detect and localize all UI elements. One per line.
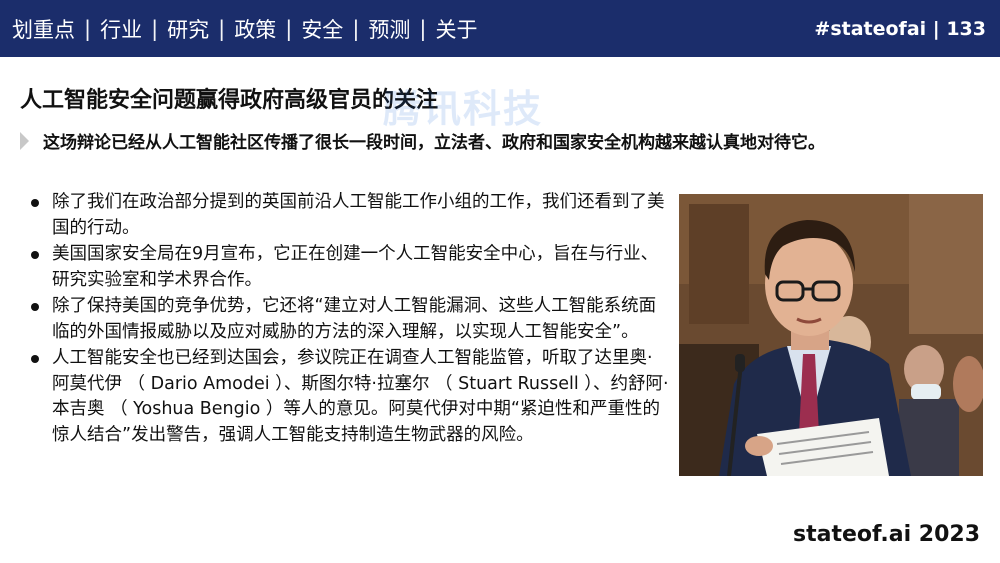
nav-separator: | (352, 16, 360, 41)
nav-item-industry[interactable]: 行业 (100, 14, 142, 44)
nav-item-highlights[interactable]: 划重点 (12, 14, 75, 44)
hearing-photo (679, 194, 983, 476)
nav-item-research[interactable]: 研究 (167, 14, 209, 44)
subtitle-row: 这场辩论已经从人工智能社区传播了很长一段时间，立法者、政府和国家安全机构越来越认… (20, 128, 825, 153)
bullet-item: 除了我们在政治部分提到的英国前沿人工智能工作小组的工作，我们还看到了美国的行动。 (30, 190, 670, 241)
nav-item-politics[interactable]: 政策 (234, 14, 276, 44)
watermark: 腾讯科技 (383, 87, 544, 131)
nav-separator: | (218, 16, 226, 41)
bullet-item: 人工智能安全也已经到达国会，参议院正在调查人工智能监管，听取了达里奥·阿莫代伊 … (30, 346, 670, 448)
nav-separator: | (151, 16, 159, 41)
nav-item-safety[interactable]: 安全 (301, 14, 343, 44)
triangle-arrow-icon (20, 131, 29, 150)
slide-title: 人工智能安全问题赢得政府高级官员的关注 (20, 88, 439, 113)
footer-brand: stateof.ai 2023 (792, 522, 980, 547)
nav-item-predictions[interactable]: 预测 (368, 14, 410, 44)
nav-separator: | (84, 16, 92, 41)
section-nav: 划重点 | 行业 | 研究 | 政策 | 安全 | 预测 | 关于 (12, 14, 477, 44)
slide-subtitle: 这场辩论已经从人工智能社区传播了很长一段时间，立法者、政府和国家安全机构越来越认… (43, 133, 825, 153)
nav-item-about[interactable]: 关于 (435, 14, 477, 44)
bullet-list: 除了我们在政治部分提到的英国前沿人工智能工作小组的工作，我们还看到了美国的行动。… (30, 190, 670, 449)
bullet-item: 美国国家安全局在9月宣布，它正在创建一个人工智能安全中心，旨在与行业、研究实验室… (30, 242, 670, 293)
top-bar: 划重点 | 行业 | 研究 | 政策 | 安全 | 预测 | 关于 #state… (0, 0, 1000, 57)
bullet-item: 除了保持美国的竞争优势，它还将“建立对人工智能漏洞、这些人工智能系统面临的外国情… (30, 294, 670, 345)
slide-tag: #stateofai | 133 (814, 17, 986, 40)
nav-separator: | (419, 16, 427, 41)
nav-separator: | (285, 16, 293, 41)
hearing-photo-illustration (679, 194, 983, 476)
